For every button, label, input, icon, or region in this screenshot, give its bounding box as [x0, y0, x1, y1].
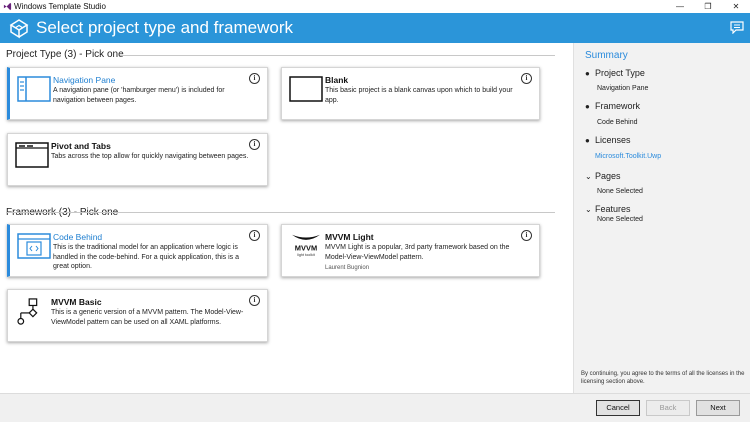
license-agreement-note: By continuing, you agree to the terms of…: [581, 371, 745, 385]
bullet-icon: ●: [585, 102, 590, 111]
card-title: Pivot and Tabs: [51, 141, 111, 151]
section-divider: [120, 55, 555, 56]
card-description: MVVM Light is a popular, 3rd party frame…: [325, 244, 510, 261]
card-description: This is a generic version of a MVVM patt…: [51, 309, 244, 326]
license-link[interactable]: Microsoft.Toolkit.Uwp: [595, 153, 661, 160]
blank-icon: [289, 76, 323, 102]
pivot-tabs-icon: [15, 142, 49, 168]
back-button[interactable]: Back: [646, 400, 690, 416]
window-title-bar: Windows Template Studio — ❐ ✕: [0, 0, 750, 13]
summary-panel: Summary ● Project Type Navigation Pane ● F…: [573, 43, 750, 393]
bullet-icon: ●: [585, 69, 590, 78]
framework-card-code-behind[interactable]: Code Behind This is the traditional mode…: [7, 224, 268, 277]
summary-value-framework: Code Behind: [597, 119, 638, 126]
summary-section-label: Framework: [595, 101, 641, 111]
maximize-button[interactable]: ❐: [694, 0, 722, 13]
mvvm-logo-text: MVVM: [295, 244, 317, 253]
wizard-footer: Cancel Back Next: [0, 393, 750, 422]
project-card-navigation-pane[interactable]: Navigation Pane A navigation pane (or 'h…: [7, 67, 268, 120]
summary-section-framework[interactable]: ● Framework: [585, 101, 640, 111]
summary-section-label: Pages: [595, 171, 621, 181]
summary-section-licenses[interactable]: ● Licenses: [585, 135, 631, 145]
card-author: Laurent Bugnion: [325, 265, 370, 271]
card-description: This basic project is a blank canvas upo…: [325, 87, 513, 104]
card-title: Code Behind: [53, 232, 103, 242]
summary-section-label: Licenses: [595, 135, 631, 145]
info-icon[interactable]: i: [249, 230, 260, 241]
minimize-button[interactable]: —: [666, 0, 694, 13]
summary-title: Summary: [585, 50, 628, 61]
section-divider: [6, 212, 555, 213]
next-button[interactable]: Next: [696, 400, 740, 416]
info-icon[interactable]: i: [249, 73, 260, 84]
page-title: Select project type and framework: [36, 18, 294, 37]
framework-card-mvvm-basic[interactable]: MVVM Basic This is a generic version of …: [7, 289, 268, 342]
card-title: MVVM Light: [325, 232, 374, 242]
summary-value-features: None Selected: [597, 216, 643, 223]
mvvm-basic-icon: [17, 298, 38, 325]
card-title: Blank: [325, 75, 349, 85]
feedback-icon[interactable]: [730, 21, 744, 34]
project-card-blank[interactable]: Blank This basic project is a blank canv…: [281, 67, 540, 120]
summary-value-pages: None Selected: [597, 188, 643, 195]
chevron-down-icon: ⌄: [585, 172, 592, 181]
template-studio-logo-icon: [9, 19, 29, 39]
framework-card-mvvm-light[interactable]: MVVM light toolkit MVVM Light MVVM Light…: [281, 224, 540, 277]
summary-value-project-type: Navigation Pane: [597, 85, 649, 92]
summary-section-label: Project Type: [595, 68, 645, 78]
card-title: Navigation Pane: [53, 75, 116, 85]
info-icon[interactable]: i: [249, 295, 260, 306]
cancel-button[interactable]: Cancel: [596, 400, 640, 416]
project-card-pivot-and-tabs[interactable]: Pivot and Tabs Tabs across the top allow…: [7, 133, 268, 186]
info-icon[interactable]: i: [249, 139, 260, 150]
navigation-pane-icon: [17, 76, 51, 102]
bullet-icon: ●: [585, 136, 590, 145]
project-type-heading: Project Type (3) - Pick one: [6, 49, 124, 60]
mvvm-light-logo: MVVM light toolkit: [292, 234, 320, 257]
info-icon[interactable]: i: [521, 73, 532, 84]
card-title: MVVM Basic: [51, 297, 102, 307]
card-description: This is the traditional model for an app…: [53, 244, 240, 270]
close-button[interactable]: ✕: [722, 0, 750, 13]
chevron-down-icon: ⌄: [585, 205, 592, 214]
mvvm-logo-subtext: light toolkit: [297, 253, 315, 257]
window-title: Windows Template Studio: [14, 2, 106, 11]
code-behind-icon: [17, 233, 51, 259]
wizard-header: Select project type and framework: [0, 13, 750, 43]
summary-section-pages[interactable]: ⌄ Pages: [585, 171, 621, 181]
card-description: A navigation pane (or 'hamburger menu') …: [53, 87, 225, 104]
card-description: Tabs across the top allow for quickly na…: [51, 153, 249, 160]
summary-section-project-type[interactable]: ● Project Type: [585, 68, 645, 78]
visual-studio-icon: [3, 2, 12, 11]
summary-section-features[interactable]: ⌄ Features: [585, 204, 631, 214]
info-icon[interactable]: i: [521, 230, 532, 241]
summary-section-label: Features: [595, 204, 631, 214]
